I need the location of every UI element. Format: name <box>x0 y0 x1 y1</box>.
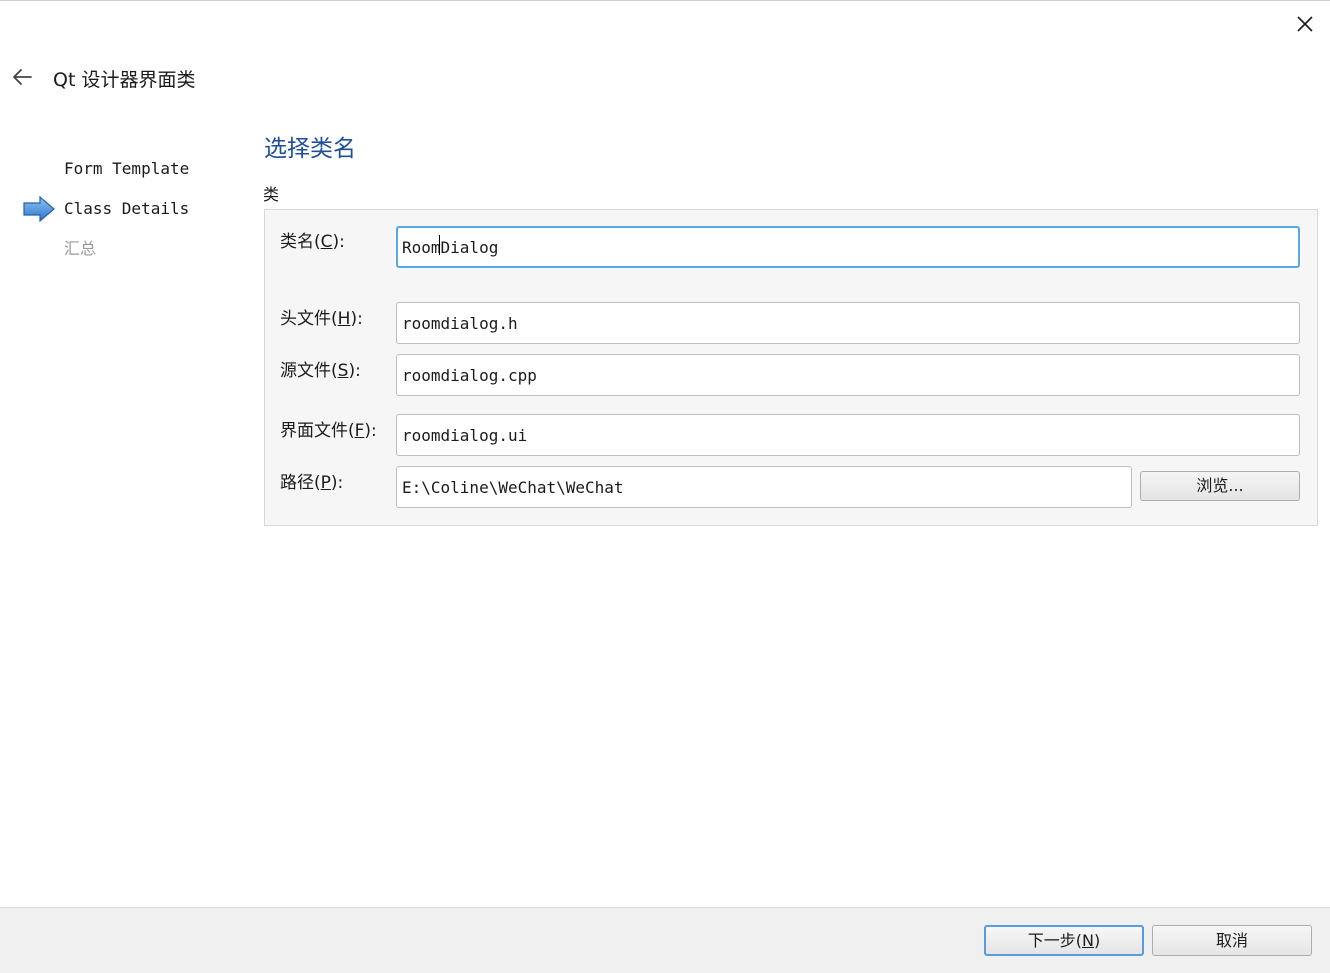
class-name-input[interactable] <box>396 226 1300 268</box>
wizard-steps: Form Template Class Details 汇总 <box>22 153 242 273</box>
step-label: Form Template <box>64 159 190 178</box>
path-label: 路径(P): <box>280 473 344 493</box>
path-input[interactable] <box>396 466 1132 508</box>
close-button[interactable] <box>1288 9 1322 39</box>
text-caret <box>439 235 440 255</box>
class-name-label: 类名(C): <box>280 232 345 252</box>
step-form-template: Form Template <box>22 153 242 193</box>
browse-button[interactable]: 浏览... <box>1140 471 1300 501</box>
group-label: 类 <box>263 185 280 204</box>
step-label: Class Details <box>64 199 190 218</box>
header-file-label: 头文件(H): <box>280 309 363 329</box>
step-class-details: Class Details <box>22 193 242 233</box>
source-file-label: 源文件(S): <box>280 361 361 381</box>
form-file-input[interactable] <box>396 414 1300 456</box>
step-summary: 汇总 <box>22 233 242 273</box>
back-button[interactable] <box>6 61 38 93</box>
close-icon <box>1297 16 1313 32</box>
footer-bar: 下一步(N) 取消 <box>0 907 1330 973</box>
cancel-button[interactable]: 取消 <box>1152 925 1312 956</box>
step-label: 汇总 <box>64 239 97 258</box>
back-arrow-icon <box>13 69 32 85</box>
wizard-window: Qt 设计器界面类 Form Template Class Details 汇总… <box>0 0 1330 973</box>
source-file-input[interactable] <box>396 354 1300 396</box>
form-file-label: 界面文件(F): <box>280 421 377 441</box>
step-arrow-icon <box>23 195 55 223</box>
header-file-input[interactable] <box>396 302 1300 344</box>
wizard-title: Qt 设计器界面类 <box>53 69 196 91</box>
page-title: 选择类名 <box>264 136 356 162</box>
next-button[interactable]: 下一步(N) <box>984 925 1144 956</box>
